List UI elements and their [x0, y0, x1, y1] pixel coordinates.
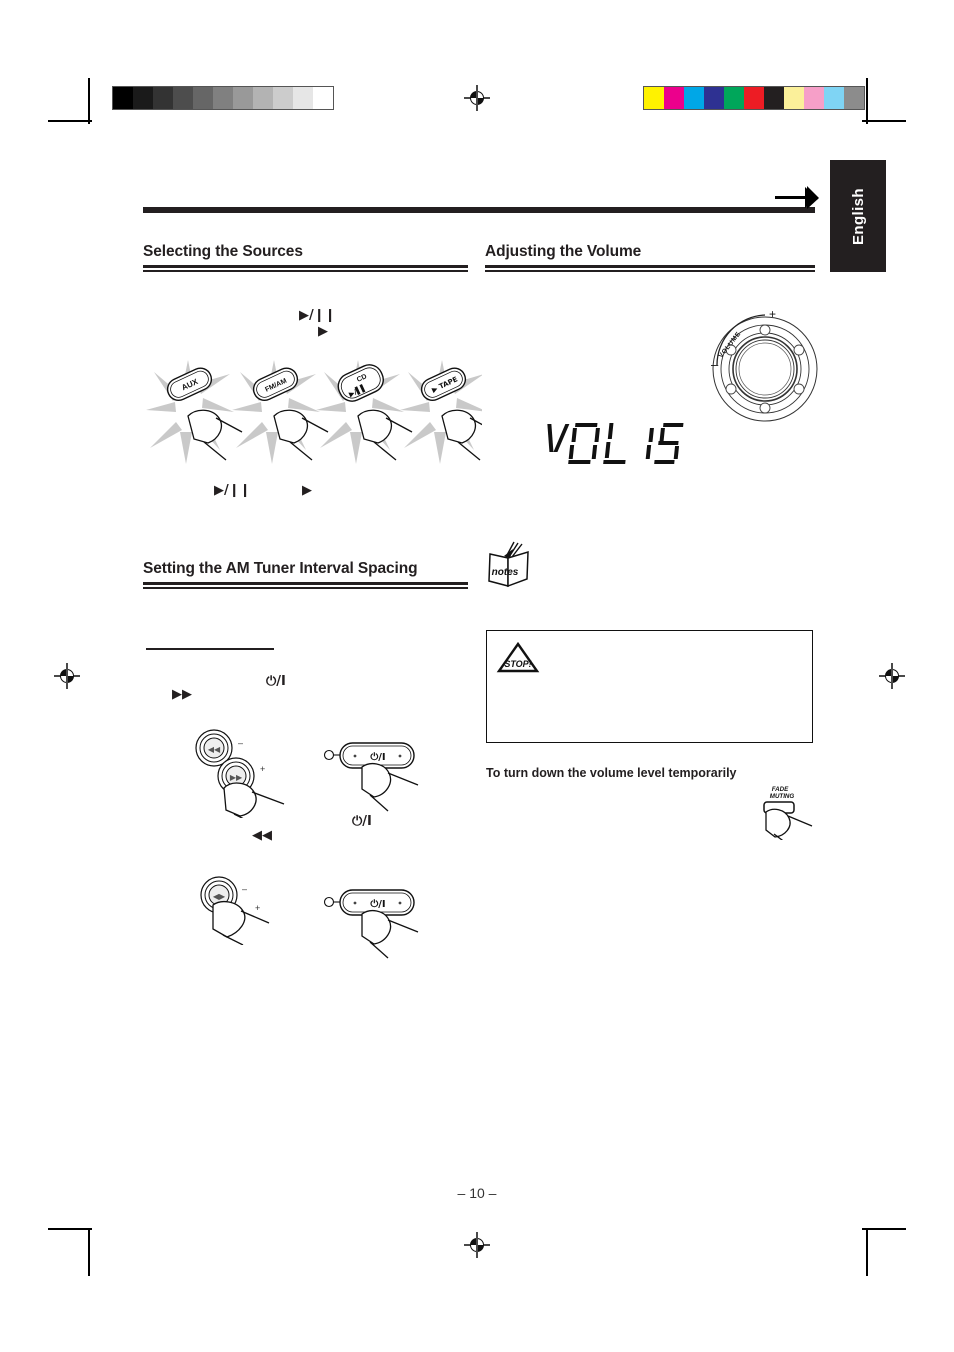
vol-lcd-display [547, 423, 684, 464]
crop-mark-bottom-left-vertical [88, 1230, 90, 1276]
grayscale-swatch-5 [213, 87, 233, 109]
svg-text:–: – [711, 357, 719, 372]
registration-target-top [464, 85, 490, 111]
svg-text:–: – [242, 884, 247, 894]
crop-mark-top-right-horizontal [862, 120, 906, 122]
section-heading-adjusting-volume: Adjusting the Volume [485, 243, 815, 272]
grayscale-swatch-4 [193, 87, 213, 109]
svg-text:▶▶: ▶▶ [230, 773, 243, 782]
svg-text:FADE: FADE [772, 786, 789, 793]
heading-rule-thick [143, 265, 468, 268]
color-swatch-6 [764, 87, 784, 109]
color-swatch-4 [724, 87, 744, 109]
svg-text:+: + [255, 903, 260, 913]
heading-rule-thin [143, 270, 468, 272]
grayscale-swatch-2 [153, 87, 173, 109]
subsection-rule [146, 648, 274, 650]
language-tab-label: English [849, 187, 867, 245]
symbol-power-upper: ⏻/I [266, 674, 286, 689]
section-heading-am-tuner: Setting the AM Tuner Interval Spacing [143, 560, 468, 589]
grayscale-swatch-6 [233, 87, 253, 109]
heading-rule-thin-am [143, 587, 468, 589]
svg-text:⏻/I: ⏻/I [370, 751, 385, 763]
symbol-power-lower: ⏻/I [352, 814, 372, 829]
symbol-play-top: ▶ [318, 324, 328, 339]
svg-text:+: + [260, 764, 265, 774]
volume-knob-illustration: – + VOLUME [711, 307, 818, 422]
registration-target-left [54, 663, 80, 689]
svg-text:◀◀: ◀◀ [208, 745, 221, 754]
crop-mark-bottom-right-vertical [866, 1230, 868, 1276]
manual-page: English Selecting the Sources ▶/❙❙ ▶ AUX… [0, 0, 954, 1352]
grayscale-swatch-3 [173, 87, 193, 109]
color-swatch-1 [664, 87, 684, 109]
section-title-text-volume: Adjusting the Volume [485, 243, 642, 260]
remote-power-illustration-upper: ⏻/I [323, 742, 419, 812]
color-swatch-3 [704, 87, 724, 109]
grayscale-swatch-1 [133, 87, 153, 109]
grayscale-swatch-0 [113, 87, 133, 109]
color-swatch-8 [804, 87, 824, 109]
color-swatch-5 [744, 87, 764, 109]
svg-text:+: + [769, 307, 776, 321]
grayscale-swatch-10 [313, 87, 333, 109]
heading-rule-thick-am [143, 582, 468, 585]
registration-target-right [879, 663, 905, 689]
crop-mark-bottom-left-horizontal [48, 1228, 92, 1230]
color-swatch-0 [644, 87, 664, 109]
svg-text:◀▶: ◀▶ [213, 892, 226, 901]
registration-target-bottom [464, 1232, 490, 1258]
symbol-play-pause-top: ▶/❙❙ [299, 308, 336, 323]
crop-mark-top-right-vertical [866, 78, 868, 124]
subheading-turn-down-volume: To turn down the volume level temporaril… [486, 766, 737, 780]
remote-power-illustration-lower: ⏻/I [323, 889, 419, 959]
unit-skip-buttons-illustration-lower: ◀▶ – + [200, 876, 270, 945]
page-number: – 10 – [457, 1185, 497, 1201]
symbol-play-bottom: ▶ [302, 483, 312, 498]
symbol-play-pause-bottom: ▶/❙❙ [214, 483, 251, 498]
svg-text:⏻/I: ⏻/I [370, 898, 385, 910]
symbol-fast-forward: ▶▶ [172, 687, 192, 702]
caution-box: STOP! [486, 630, 813, 743]
grayscale-swatch-9 [293, 87, 313, 109]
crop-mark-top-left-horizontal [48, 120, 92, 122]
color-swatch-7 [784, 87, 804, 109]
header-rule [143, 207, 815, 213]
svg-text:notes: notes [492, 567, 519, 578]
grayscale-swatch-8 [273, 87, 293, 109]
svg-text:STOP!: STOP! [504, 659, 531, 669]
section-heading-selecting-sources: Selecting the Sources [143, 243, 468, 272]
header-flag-arrow-icon [775, 186, 819, 209]
stop-caution-icon: STOP! [496, 641, 540, 673]
symbol-rewind: ◀◀ [252, 828, 272, 843]
heading-rule-thin-vol [485, 270, 815, 272]
language-tab-english: English [830, 160, 886, 272]
fade-muting-button-illustration: FADE MUTING [763, 786, 813, 840]
grayscale-calibration-bar [112, 86, 334, 110]
crop-mark-bottom-right-horizontal [862, 1228, 906, 1230]
section-title-text: Selecting the Sources [143, 243, 303, 260]
unit-skip-buttons-illustration-upper: ◀◀ – ▶▶ + [195, 729, 285, 818]
color-swatch-2 [684, 87, 704, 109]
svg-text:MUTING: MUTING [770, 793, 795, 800]
heading-rule-thick-vol [485, 265, 815, 268]
color-swatch-9 [824, 87, 844, 109]
grayscale-swatch-7 [253, 87, 273, 109]
source-button-illustrations: AUX FM/AM CD ▶/▌▌ ▶ TAPE [146, 360, 482, 464]
notes-icon: notes [488, 541, 529, 588]
color-calibration-bar [643, 86, 865, 110]
svg-text:–: – [238, 738, 243, 748]
section-title-text-am-tuner: Setting the AM Tuner Interval Spacing [143, 560, 418, 577]
crop-mark-top-left-vertical [88, 78, 90, 124]
color-swatch-10 [844, 87, 864, 109]
